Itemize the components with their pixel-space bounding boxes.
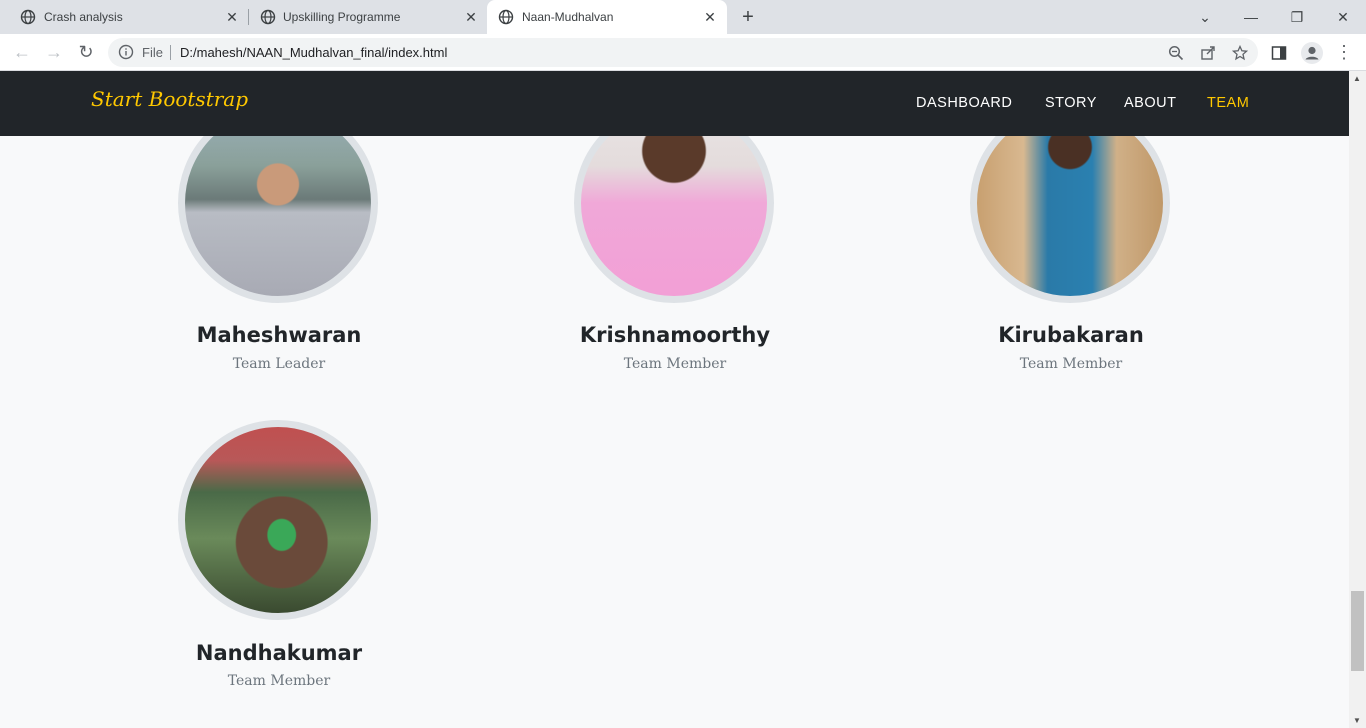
url-text[interactable]: D:/mahesh/NAAN_Mudhalvan_final/index.htm… [180, 45, 447, 60]
forward-arrow-icon[interactable]: → [44, 42, 64, 62]
page-scrollbar[interactable]: ▲ ▼ [1349, 71, 1366, 728]
scheme-label: File [142, 45, 163, 60]
member-role: Team Member [1019, 356, 1123, 372]
nav-story[interactable]: STORY [1045, 95, 1097, 111]
share-icon[interactable] [1200, 45, 1216, 61]
close-tab-icon[interactable]: ✕ [463, 9, 479, 25]
reload-icon[interactable]: ↻ [76, 42, 96, 62]
member-role: Team Member [623, 356, 727, 372]
new-tab-button[interactable]: + [738, 7, 758, 27]
nav-about[interactable]: ABOUT [1124, 95, 1176, 111]
tab-title: Upskilling Programme [283, 10, 401, 24]
back-arrow-icon[interactable]: ← [12, 42, 32, 62]
tab-title: Crash analysis [44, 10, 123, 24]
address-bar[interactable]: File D:/mahesh/NAAN_Mudhalvan_final/inde… [108, 38, 1258, 67]
tab-search-chevron-icon[interactable]: ⌄ [1193, 5, 1217, 29]
browser-tab-crash-analysis[interactable]: Crash analysis ✕ [0, 0, 248, 34]
member-role: Team Leader [232, 356, 326, 372]
close-window-icon[interactable]: ✕ [1331, 5, 1355, 29]
site-navbar: Start Bootstrap DASHBOARD STORY ABOUT TE… [0, 71, 1349, 136]
close-tab-icon[interactable]: ✕ [702, 9, 718, 25]
member-name: Krishnamoorthy [579, 323, 771, 347]
tab-title: Naan-Mudhalvan [522, 10, 614, 24]
member-role: Team Member [227, 673, 331, 689]
nav-team[interactable]: TEAM [1207, 95, 1249, 111]
nav-dashboard[interactable]: DASHBOARD [916, 95, 1012, 111]
brand-logo[interactable]: Start Bootstrap [91, 87, 248, 111]
member-name: Maheshwaran [196, 323, 362, 347]
member-name: Kirubakaran [998, 323, 1144, 347]
globe-icon [260, 9, 276, 25]
profile-avatar-icon[interactable] [1300, 41, 1324, 65]
member-photo [178, 420, 378, 620]
scroll-down-arrow-icon[interactable]: ▼ [1353, 716, 1361, 725]
browser-toolbar: ← → ↻ File D:/mahesh/NAAN_Mudhalvan_fina… [0, 34, 1366, 71]
team-section: Maheshwaran Team Leader Krishnamoorthy T… [0, 71, 1349, 728]
close-tab-icon[interactable]: ✕ [224, 9, 240, 25]
member-name: Nandhakumar [195, 641, 363, 665]
browser-tab-upskilling-programme[interactable]: Upskilling Programme ✕ [240, 0, 488, 34]
globe-icon [498, 9, 514, 25]
browser-tab-strip: Crash analysis ✕ Upskilling Programme ✕ … [0, 0, 1366, 34]
bookmark-star-icon[interactable] [1232, 45, 1248, 61]
info-icon[interactable] [118, 44, 134, 60]
side-panel-icon[interactable] [1271, 45, 1287, 61]
globe-icon [20, 9, 36, 25]
omnibox-divider [170, 45, 171, 60]
kebab-menu-icon[interactable]: ⋮ [1334, 42, 1354, 62]
scrollbar-thumb[interactable] [1351, 591, 1364, 671]
minimize-icon[interactable]: — [1239, 5, 1263, 29]
zoom-icon[interactable] [1168, 45, 1184, 61]
browser-tab-naan-mudhalvan[interactable]: Naan-Mudhalvan ✕ [487, 0, 727, 34]
restore-icon[interactable]: ❐ [1285, 5, 1309, 29]
scroll-up-arrow-icon[interactable]: ▲ [1353, 74, 1361, 83]
